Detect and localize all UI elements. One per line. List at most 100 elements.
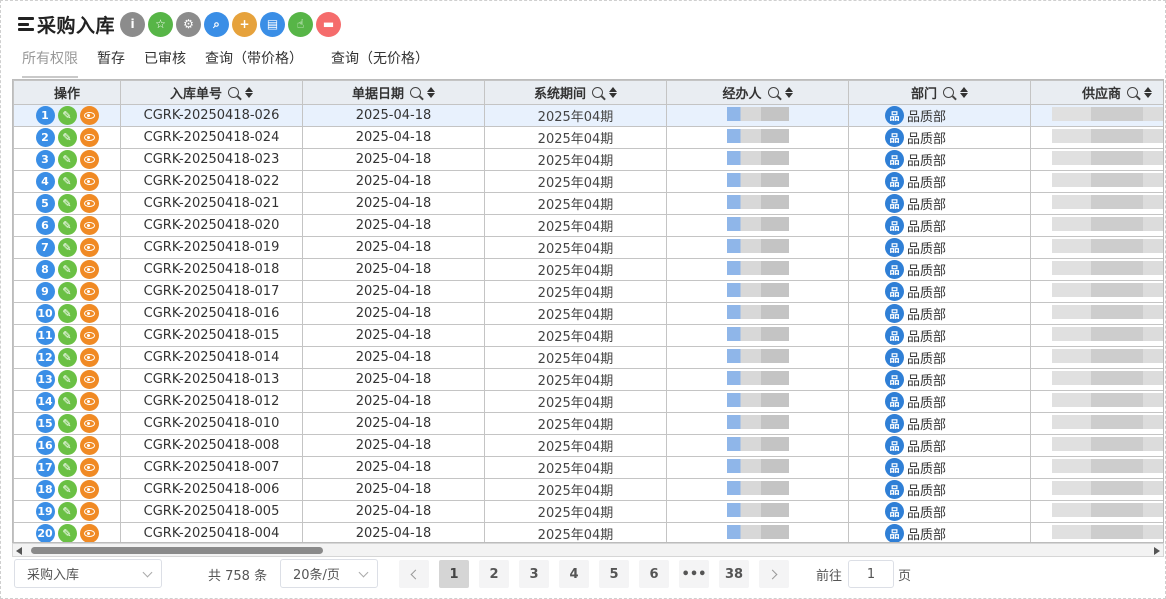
page-button-38[interactable]: 38 (719, 560, 749, 588)
delete-button[interactable]: ▬ (316, 11, 342, 37)
sort-icon[interactable] (960, 87, 968, 98)
table-row[interactable]: 17 ✎ CGRK-20250418-007 2025-04-18 2025年04期品品… (13, 456, 1163, 479)
edit-icon[interactable]: ✎ (57, 348, 77, 367)
table-row[interactable]: 11 ✎ CGRK-20250418-015 2025-04-18 2025年04期品品… (13, 324, 1163, 347)
page-size-select[interactable]: 20条/页 (280, 559, 378, 588)
table-row[interactable]: 15 ✎ CGRK-20250418-010 2025-04-18 2025年04期品品… (13, 412, 1163, 435)
add-button[interactable]: + (232, 11, 258, 37)
table-row[interactable]: 3 ✎ CGRK-20250418-023 2025-04-18 2025年04期品品质… (13, 148, 1163, 171)
table-row[interactable]: 19 ✎ CGRK-20250418-005 2025-04-18 2025年04期品品… (13, 500, 1163, 523)
view-eye-icon[interactable] (79, 150, 99, 169)
edit-icon[interactable]: ✎ (57, 238, 77, 257)
tab-3[interactable]: 查询（带价格） (205, 48, 303, 78)
view-eye-icon[interactable] (79, 304, 99, 323)
scrollbar-thumb[interactable] (31, 547, 323, 554)
table-row[interactable]: 14 ✎ CGRK-20250418-012 2025-04-18 2025年04期品品… (13, 390, 1163, 413)
page-button-4[interactable]: 4 (559, 560, 589, 588)
column-header-1[interactable]: 入库单号 (120, 80, 303, 105)
page-button-5[interactable]: 5 (599, 560, 629, 588)
edit-icon[interactable]: ✎ (57, 172, 77, 191)
edit-icon[interactable]: ✎ (57, 524, 77, 542)
table-row[interactable]: 18 ✎ CGRK-20250418-006 2025-04-18 2025年04期品品… (13, 478, 1163, 501)
page-button-1[interactable]: 1 (439, 560, 469, 588)
view-eye-icon[interactable] (79, 502, 99, 521)
prev-page-button[interactable] (399, 560, 429, 588)
table-row[interactable]: 20 ✎ CGRK-20250418-004 2025-04-18 2025年04期品品… (13, 522, 1163, 542)
edit-icon[interactable]: ✎ (57, 106, 77, 125)
view-eye-icon[interactable] (79, 480, 99, 499)
view-eye-icon[interactable] (79, 524, 99, 542)
sort-icon[interactable] (245, 87, 253, 98)
table-row[interactable]: 8 ✎ CGRK-20250418-018 2025-04-18 2025年04期品品质… (13, 258, 1163, 281)
table-row[interactable]: 6 ✎ CGRK-20250418-020 2025-04-18 2025年04期品品质… (13, 214, 1163, 237)
edit-icon[interactable]: ✎ (57, 304, 77, 323)
view-eye-icon[interactable] (79, 194, 99, 213)
sort-icon[interactable] (784, 87, 793, 98)
tab-0[interactable]: 所有权限 (22, 48, 78, 78)
edit-icon[interactable]: ✎ (57, 128, 77, 147)
view-eye-icon[interactable] (79, 260, 99, 279)
edit-icon[interactable]: ✎ (57, 414, 77, 433)
page-button-6[interactable]: 6 (639, 560, 669, 588)
info-button[interactable]: i (120, 11, 146, 37)
table-row[interactable]: 12 ✎ CGRK-20250418-014 2025-04-18 2025年04期品品… (13, 346, 1163, 369)
page-button-3[interactable]: 3 (519, 560, 549, 588)
table-row[interactable]: 4 ✎ CGRK-20250418-022 2025-04-18 2025年04期品品质… (13, 170, 1163, 193)
column-header-6[interactable]: 供应商 (1030, 80, 1163, 105)
view-eye-icon[interactable] (79, 370, 99, 389)
search-button[interactable]: ⌕ (204, 11, 230, 37)
approve-button[interactable]: ☝ (288, 11, 314, 37)
view-eye-icon[interactable] (79, 348, 99, 367)
edit-icon[interactable]: ✎ (57, 282, 77, 301)
edit-icon[interactable]: ✎ (57, 216, 77, 235)
edit-icon[interactable]: ✎ (57, 194, 77, 213)
view-eye-icon[interactable] (79, 128, 99, 147)
column-header-4[interactable]: 经办人 (666, 80, 849, 105)
view-eye-icon[interactable] (79, 436, 99, 455)
edit-icon[interactable]: ✎ (57, 502, 77, 521)
tab-4[interactable]: 查询（无价格） (331, 48, 429, 78)
filter-search-icon[interactable] (592, 87, 603, 98)
page-ellipsis[interactable]: ••• (679, 560, 709, 588)
page-button-2[interactable]: 2 (479, 560, 509, 588)
edit-icon[interactable]: ✎ (57, 260, 77, 279)
horizontal-scrollbar[interactable] (12, 543, 1164, 557)
filter-search-icon[interactable] (228, 87, 239, 98)
document-button[interactable]: ▤ (260, 11, 286, 37)
filter-search-icon[interactable] (410, 87, 421, 98)
tab-2[interactable]: 已审核 (144, 48, 186, 78)
column-header-5[interactable]: 部门 (848, 80, 1031, 105)
table-row[interactable]: 2 ✎ CGRK-20250418-024 2025-04-18 2025年04期品品质… (13, 126, 1163, 149)
sort-icon[interactable] (427, 87, 435, 98)
settings-button[interactable]: ⚙ (176, 11, 202, 37)
edit-icon[interactable]: ✎ (57, 150, 77, 169)
tab-1[interactable]: 暂存 (97, 48, 125, 78)
edit-icon[interactable]: ✎ (57, 436, 77, 455)
view-eye-icon[interactable] (79, 282, 99, 301)
scroll-right-arrow-icon[interactable] (1154, 547, 1160, 555)
table-row[interactable]: 7 ✎ CGRK-20250418-019 2025-04-18 2025年04期品品质… (13, 236, 1163, 259)
table-row[interactable]: 13 ✎ CGRK-20250418-013 2025-04-18 2025年04期品品… (13, 368, 1163, 391)
table-row[interactable]: 5 ✎ CGRK-20250418-021 2025-04-18 2025年04期品品质… (13, 192, 1163, 215)
view-eye-icon[interactable] (79, 172, 99, 191)
sort-icon[interactable] (609, 87, 617, 98)
next-page-button[interactable] (759, 560, 789, 588)
filter-search-icon[interactable] (767, 87, 779, 98)
view-eye-icon[interactable] (79, 238, 99, 257)
table-row[interactable]: 9 ✎ CGRK-20250418-017 2025-04-18 2025年04期品品质… (13, 280, 1163, 303)
edit-icon[interactable]: ✎ (57, 458, 77, 477)
view-eye-icon[interactable] (79, 106, 99, 125)
view-eye-icon[interactable] (79, 392, 99, 411)
table-row[interactable]: 1 ✎ CGRK-20250418-026 2025-04-18 2025年04期品品质… (13, 104, 1163, 127)
scroll-left-arrow-icon[interactable] (16, 547, 22, 555)
edit-icon[interactable]: ✎ (57, 480, 77, 499)
sort-icon[interactable] (1144, 87, 1152, 98)
edit-icon[interactable]: ✎ (57, 392, 77, 411)
favorite-button[interactable]: ☆ (148, 11, 174, 37)
column-header-2[interactable]: 单据日期 (302, 80, 485, 105)
filter-search-icon[interactable] (1127, 87, 1138, 98)
edit-icon[interactable]: ✎ (57, 370, 77, 389)
view-eye-icon[interactable] (79, 414, 99, 433)
module-select[interactable]: 采购入库 (14, 559, 162, 588)
table-row[interactable]: 16 ✎ CGRK-20250418-008 2025-04-18 2025年04期品品… (13, 434, 1163, 457)
